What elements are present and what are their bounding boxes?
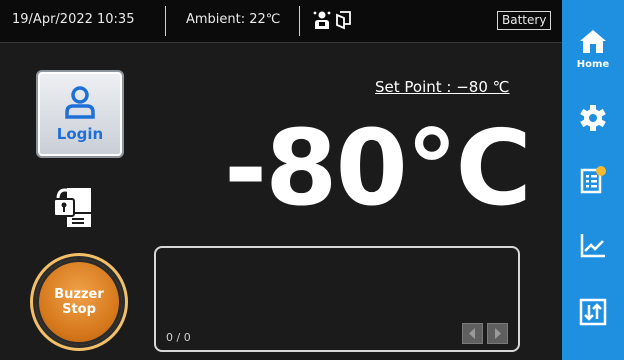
sidebar-item-settings[interactable] [562, 104, 624, 136]
person-alarm-icon [313, 10, 331, 34]
message-panel: 0 / 0 [154, 246, 520, 352]
sidebar-item-label: Home [576, 59, 610, 70]
transfer-icon [578, 297, 608, 331]
temperature-unit: ℃ [405, 107, 532, 229]
sidebar: Home [562, 0, 624, 360]
door-icon [334, 10, 352, 34]
buzzer-label: Buzzer [54, 287, 104, 302]
login-button[interactable]: Login [36, 70, 124, 158]
chevron-left-icon [469, 328, 475, 339]
login-label: Login [56, 125, 104, 143]
date-time: 19/Apr/2022 10:35 [12, 12, 135, 27]
previous-button[interactable] [462, 323, 483, 344]
set-point: Set Point : −80 ℃ [375, 78, 510, 96]
stop-label: Stop [62, 302, 96, 317]
sidebar-item-trend[interactable] [562, 230, 624, 264]
buzzer-stop-button[interactable]: Buzzer Stop [36, 259, 122, 345]
divider [299, 6, 300, 36]
gear-icon [579, 104, 607, 136]
sidebar-item-alarm-log[interactable] [562, 165, 624, 199]
notes-icon [578, 165, 608, 199]
status-bar: 19/Apr/2022 10:35 Ambient: 22℃ Battery [0, 0, 562, 43]
next-button[interactable] [487, 323, 508, 344]
current-temperature: -80℃ [224, 107, 532, 229]
line-chart-icon [578, 230, 608, 264]
chevron-right-icon [495, 328, 501, 339]
house-icon [578, 28, 608, 58]
sidebar-item-data-transfer[interactable] [562, 297, 624, 331]
ambient-temperature: Ambient: 22℃ [186, 12, 281, 27]
unlocked-door-icon [50, 185, 96, 235]
main-panel: 19/Apr/2022 10:35 Ambient: 22℃ Battery L… [0, 0, 562, 360]
message-counter: 0 / 0 [166, 331, 191, 344]
user-icon [63, 85, 97, 123]
sidebar-item-home[interactable]: Home [562, 28, 624, 70]
temperature-value: -80 [224, 107, 408, 229]
battery-indicator: Battery [497, 11, 552, 30]
divider [165, 6, 166, 36]
